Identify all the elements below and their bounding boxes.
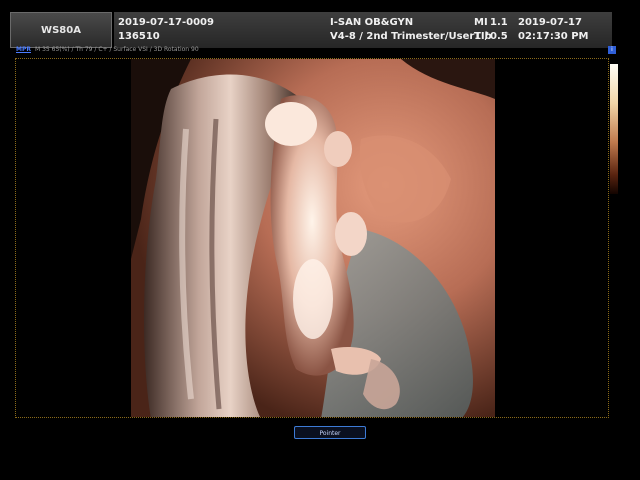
ultrasound-3d-render bbox=[131, 59, 495, 417]
info-icon[interactable]: i bbox=[608, 46, 616, 54]
model-badge: WS80A bbox=[10, 12, 112, 48]
header-bar: WS80A 2019-07-17-0009 136510 I-SAN OB&GY… bbox=[0, 0, 640, 48]
institution-name: I-SAN OB&GYN bbox=[330, 17, 414, 28]
fetal-surface-render-image bbox=[131, 59, 495, 417]
model-label: WS80A bbox=[41, 24, 81, 36]
grayscale-color-bar bbox=[610, 64, 618, 194]
mi-value: 1.1 bbox=[490, 17, 508, 28]
pointer-button[interactable]: Pointer bbox=[294, 426, 366, 439]
mi-label: MI bbox=[474, 17, 488, 28]
render-params-text: M 35 65(%) / Th 79 / C+ / Surface VSI / … bbox=[35, 46, 199, 53]
mpr-mode-button[interactable]: MPR bbox=[16, 46, 31, 53]
pointer-label: Pointer bbox=[319, 430, 341, 437]
patient-id: 136510 bbox=[118, 31, 160, 42]
3d-image-viewport[interactable] bbox=[15, 58, 609, 418]
probe-preset: V4-8 / 2nd Trimester/User1 / bbox=[330, 31, 489, 42]
tib-value: 0.5 bbox=[490, 31, 508, 42]
imaging-params: MPR M 35 65(%) / Th 79 / C+ / Surface VSI… bbox=[16, 46, 199, 53]
exam-date: 2019-07-17 bbox=[518, 17, 582, 28]
exam-id: 2019-07-17-0009 bbox=[118, 17, 214, 28]
exam-time: 02:17:30 PM bbox=[518, 31, 589, 42]
